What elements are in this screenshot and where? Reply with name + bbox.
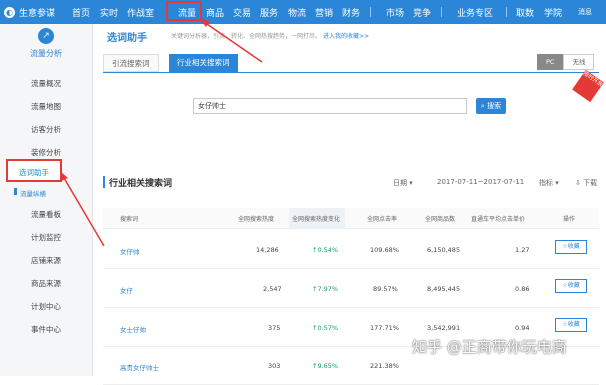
arrow-to-keyword-helper: [61, 172, 105, 247]
watermark: 知乎 @正商带你玩电商: [412, 338, 567, 356]
arrow-to-traffic: [200, 19, 263, 63]
annotation-arrows: [61, 19, 263, 247]
